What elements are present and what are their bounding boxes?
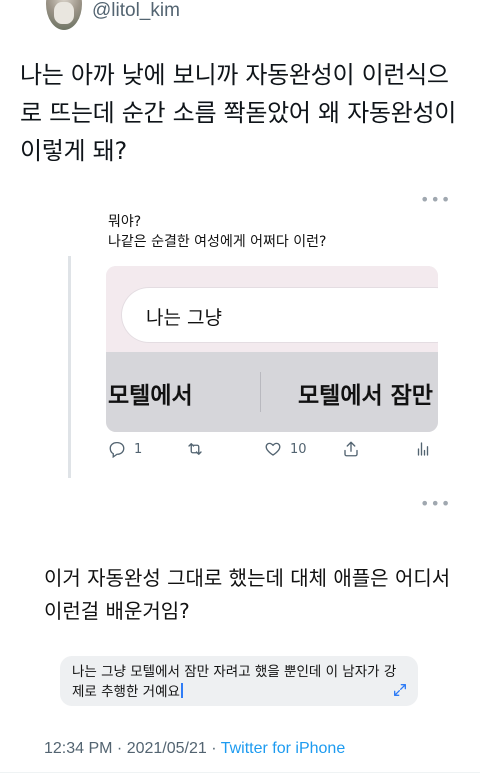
analytics-icon [417,442,429,456]
suggestion-2: 모텔에서 잠만 [298,383,433,409]
reply-count: 1 [134,441,143,457]
quote-bar [68,256,71,478]
meta-separator-2: · [206,740,221,757]
tweet-meta: 12:34 PM · 2021/05/21 · Twitter for iPho… [44,740,345,758]
text-field[interactable]: 나는 그냥 모텔에서 잠만 자려고 했을 뿐인데 이 남자가 강제로 추행한 거… [60,656,418,706]
suggestion-divider [260,372,261,412]
text-field-content: 나는 그냥 모텔에서 잠만 자려고 했을 뿐인데 이 남자가 강제로 추행한 거… [72,662,402,702]
text-cursor [180,683,183,698]
tweet-source[interactable]: Twitter for iPhone [221,740,346,757]
retweet-icon [188,443,202,455]
reply-action[interactable]: 1 [108,440,142,458]
quote-line-2: 나같은 순결한 여성에게 어쩌다 이런? [108,234,327,250]
text-input-pill: 나는 그냥 [122,288,438,342]
author-handle[interactable]: @litol_kim [92,0,180,22]
meta-separator-1: · [112,740,127,757]
share-icon [344,441,358,457]
retweet-action[interactable] [186,440,212,458]
suggestion-bar: 모텔에서 모텔에서 잠만 [106,352,438,432]
tweet-time[interactable]: 12:34 PM [44,740,112,757]
like-action[interactable]: 10 [264,440,307,458]
keyboard-screenshot-card: 나는 그냥 모텔에서 모텔에서 잠만 [106,266,438,432]
avatar[interactable] [46,0,82,30]
divider [0,772,480,773]
quote-text: 뭐야? 나같은 순결한 여성에게 어쩌다 이런? [108,212,326,252]
heart-icon [265,442,281,456]
share-action[interactable] [342,440,360,458]
reply-icon [109,441,125,458]
suggestion-1: 모텔에서 [108,383,193,409]
text-field-value: 나는 그냥 모텔에서 잠만 자려고 했을 뿐인데 이 남자가 강제로 추행한 거… [72,664,397,700]
tweet-text: 나는 아까 낮에 보니까 자동완성이 이런식으로 뜨는데 순간 소름 쫙돋았어 … [20,61,457,165]
body-text: 이거 자동완성 그대로 했는데 대체 애플은 어디서 이런걸 배운거임? [44,566,451,623]
like-count: 10 [290,441,307,457]
expand-icon[interactable] [392,682,408,698]
quote-line-1: 뭐야? [108,214,142,230]
analytics-action[interactable] [414,440,432,458]
more-dots-icon[interactable]: ••• [420,494,451,513]
avatar-beard [54,2,74,24]
more-dots-icon[interactable]: ••• [420,190,451,209]
input-value: 나는 그냥 [146,307,222,329]
tweet-date[interactable]: 2021/05/21 [127,740,207,757]
